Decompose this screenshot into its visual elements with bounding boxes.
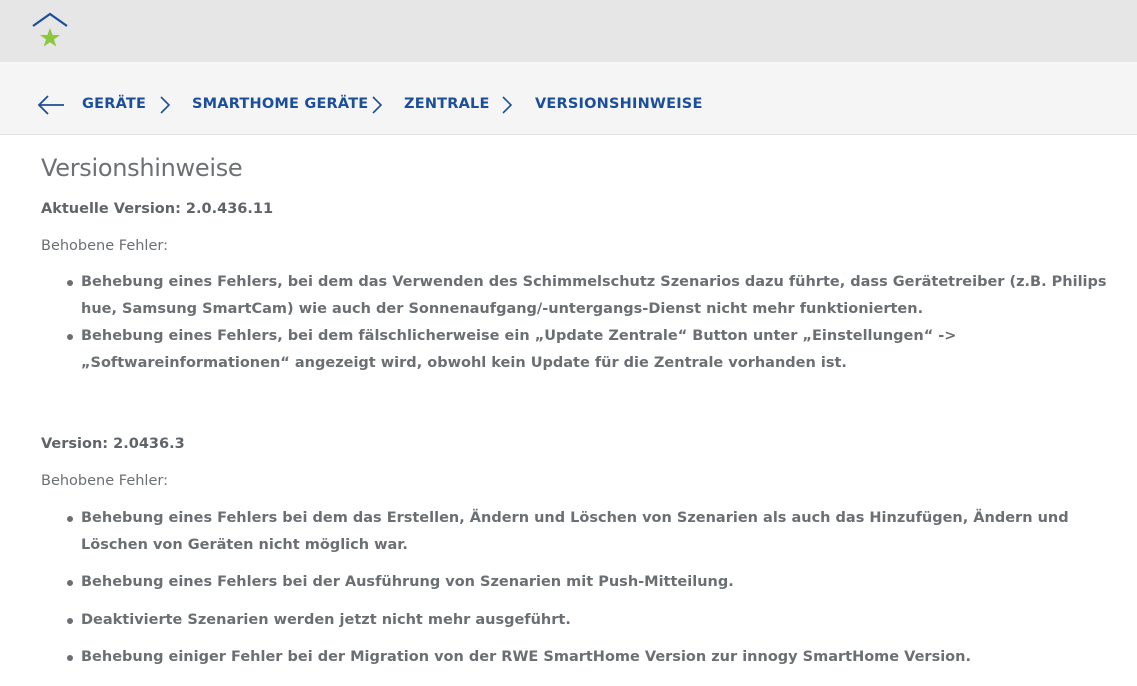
breadcrumb-item-zentrale[interactable]: ZENTRALE bbox=[404, 96, 490, 112]
breadcrumb-item-smarthome-geraete[interactable]: SMARTHOME GERÄTE bbox=[192, 96, 368, 112]
bullet-dot bbox=[67, 334, 73, 340]
breadcrumb: GERÄTE SMARTHOME GERÄTE ZENTRALE VERSION… bbox=[0, 62, 1137, 135]
version-heading: Version: 2.0436.3 bbox=[41, 436, 185, 452]
arrow-left-icon[interactable] bbox=[37, 94, 65, 116]
list-item: Behebung eines Fehlers bei dem das Erste… bbox=[81, 510, 1069, 553]
house-star-icon[interactable] bbox=[30, 11, 72, 49]
bullet-dot bbox=[67, 655, 73, 661]
bullet-dot bbox=[67, 618, 73, 624]
list-item: Behebung eines Fehlers, bei dem fälschli… bbox=[81, 328, 957, 371]
chevron-right-icon bbox=[371, 96, 383, 114]
page-title: Versionshinweise bbox=[41, 154, 243, 182]
version-heading: Aktuelle Version: 2.0.436.11 bbox=[41, 201, 274, 217]
list-item: Behebung eines Fehlers, bei dem das Verw… bbox=[81, 274, 1107, 317]
top-bar bbox=[0, 0, 1137, 62]
chevron-right-icon bbox=[501, 96, 513, 114]
list-item: Behebung eines Fehlers bei der Ausführun… bbox=[81, 574, 734, 590]
breadcrumb-item-geraete[interactable]: GERÄTE bbox=[82, 96, 146, 112]
breadcrumb-item-versionshinweise[interactable]: VERSIONSHINWEISE bbox=[535, 96, 703, 112]
bullet-dot bbox=[67, 580, 73, 586]
list-item: Behebung einiger Fehler bei der Migratio… bbox=[81, 649, 971, 665]
fixed-bugs-label: Behobene Fehler: bbox=[41, 238, 168, 254]
list-item: Deaktivierte Szenarien werden jetzt nich… bbox=[81, 612, 571, 628]
fixed-bugs-label: Behobene Fehler: bbox=[41, 473, 168, 489]
bullet-dot bbox=[67, 280, 73, 286]
chevron-right-icon bbox=[159, 96, 171, 114]
bullet-dot bbox=[67, 516, 73, 522]
